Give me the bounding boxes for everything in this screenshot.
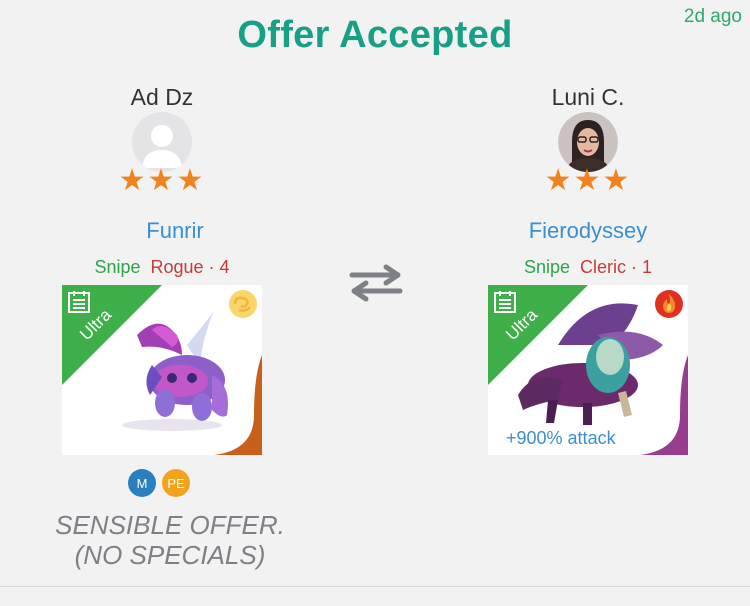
wind-element-icon xyxy=(229,290,257,318)
offer-note: SENSIBLE OFFER. (NO SPECIALS) xyxy=(30,510,310,570)
taurus-icon xyxy=(214,355,262,455)
default-avatar-icon xyxy=(132,112,192,172)
left-tag-snipe: Snipe xyxy=(94,257,141,277)
page-title: Offer Accepted xyxy=(237,14,513,56)
right-dragon-card[interactable]: Ultra +900% attack xyxy=(488,285,688,455)
left-avatar[interactable] xyxy=(132,112,192,172)
user-photo-icon xyxy=(558,112,618,172)
right-star-rating: ★★★ xyxy=(544,164,632,197)
right-dragon-name[interactable]: Fierodyssey xyxy=(488,218,688,244)
aquarius-icon xyxy=(640,355,688,455)
left-player-name[interactable]: Ad Dz xyxy=(62,84,262,111)
dragon-badges: M PE xyxy=(128,469,190,497)
right-player-name[interactable]: Luni C. xyxy=(488,84,688,111)
card-stat-text: +900% attack xyxy=(506,428,616,448)
offer-note-line1: SENSIBLE OFFER. xyxy=(55,510,285,540)
fire-element-icon xyxy=(655,290,683,318)
calendar-icon xyxy=(494,291,516,313)
left-dragon-card[interactable]: Ultra xyxy=(62,285,262,455)
right-tag-snipe: Snipe xyxy=(523,257,570,277)
swap-arrows-icon xyxy=(349,264,403,302)
left-dragon-tags: Snipe Rogue · 4 xyxy=(42,257,282,278)
left-dragon-name[interactable]: Funrir xyxy=(75,218,275,244)
right-tag-class: Cleric · 1 xyxy=(580,257,653,277)
calendar-icon xyxy=(68,291,90,313)
offer-note-line2: (NO SPECIALS) xyxy=(74,540,266,570)
left-star-rating: ★★★ xyxy=(118,164,206,197)
badge-m: M xyxy=(128,469,156,497)
right-dragon-tags: Snipe Cleric · 1 xyxy=(468,257,708,278)
badge-pe: PE xyxy=(162,469,190,497)
right-avatar[interactable] xyxy=(558,112,618,172)
left-tag-class: Rogue · 4 xyxy=(150,257,230,277)
divider xyxy=(0,586,750,587)
